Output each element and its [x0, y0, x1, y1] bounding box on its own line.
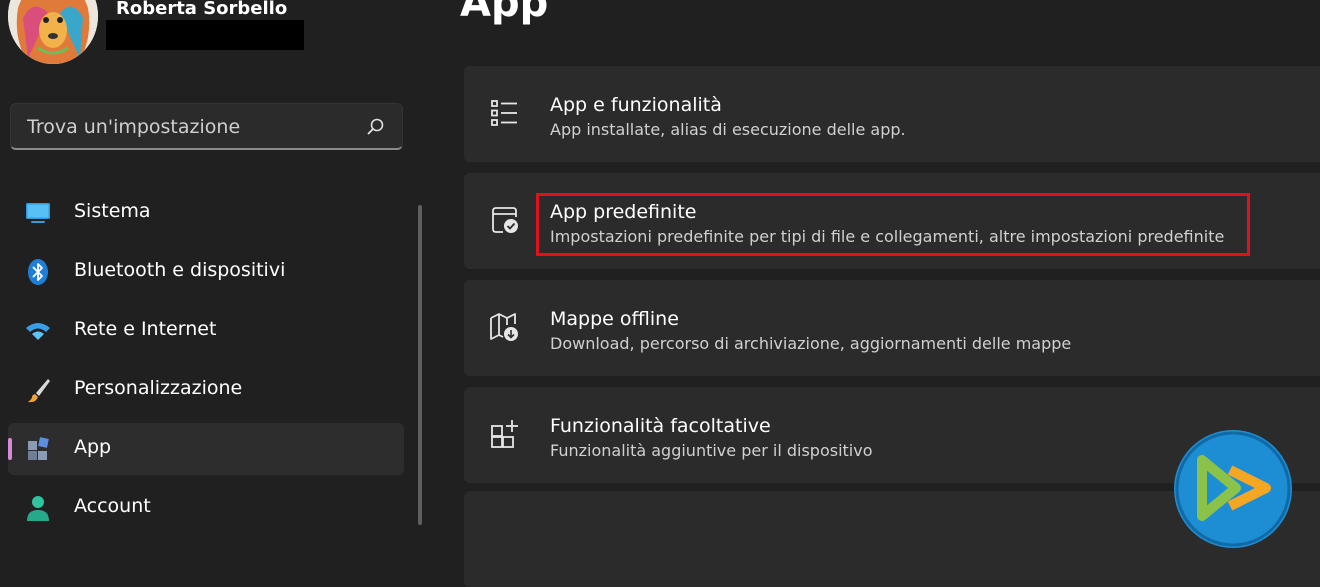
sidebar-item-bluetooth[interactable]: Bluetooth e dispositivi [8, 246, 404, 298]
sidebar-scrollbar[interactable] [418, 205, 422, 525]
bluetooth-icon [28, 259, 48, 285]
sidebar-item-label: Bluetooth e dispositivi [74, 259, 286, 281]
logo-icon [1174, 430, 1292, 548]
search-input[interactable]: Trova un'impostazione [10, 103, 403, 150]
sidebar-item-personalizzazione[interactable]: Personalizzazione [8, 364, 404, 416]
avatar[interactable] [8, 0, 98, 64]
sidebar-item-label: Account [74, 495, 151, 517]
highlight-box [536, 193, 1250, 256]
search-icon[interactable] [366, 117, 386, 137]
monitor-icon [26, 203, 50, 223]
sidebar-item-sistema[interactable]: Sistema [8, 187, 404, 239]
sidebar-item-label: App [74, 436, 112, 458]
sidebar-item-account[interactable]: Account [8, 482, 404, 534]
avatar-image [8, 0, 98, 64]
search-placeholder: Trova un'impostazione [27, 116, 241, 138]
page-title: App [460, 0, 549, 26]
default-apps-icon [492, 207, 518, 233]
wifi-icon [26, 323, 50, 340]
card-mappe-offline[interactable]: Mappe offline Download, percorso di arch… [464, 280, 1320, 376]
sidebar-item-rete[interactable]: Rete e Internet [8, 305, 404, 357]
card-subtitle: Funzionalità aggiuntive per il dispositi… [550, 441, 873, 460]
sidebar-item-app[interactable]: App [8, 423, 404, 475]
card-title: Mappe offline [550, 308, 679, 330]
card-app-e-funzionalita[interactable]: App e funzionalità App installate, alias… [464, 66, 1320, 162]
card-title: App e funzionalità [550, 94, 722, 116]
sidebar-item-label: Sistema [74, 200, 151, 222]
redacted-email [106, 20, 304, 50]
user-name: Roberta Sorbello [116, 0, 288, 19]
card-title: Funzionalità facoltative [550, 415, 771, 437]
person-icon [27, 496, 49, 521]
map-download-icon [490, 313, 518, 341]
selection-indicator [8, 438, 12, 460]
sidebar-item-label: Personalizzazione [74, 377, 243, 399]
card-subtitle: App installate, alias di esecuzione dell… [550, 120, 906, 139]
apps-icon [28, 437, 49, 460]
sidebar-item-label: Rete e Internet [74, 318, 217, 340]
card-subtitle: Download, percorso di archiviazione, agg… [550, 334, 1072, 353]
add-grid-icon [491, 420, 518, 448]
paintbrush-icon [28, 379, 50, 403]
list-icon [491, 100, 517, 126]
